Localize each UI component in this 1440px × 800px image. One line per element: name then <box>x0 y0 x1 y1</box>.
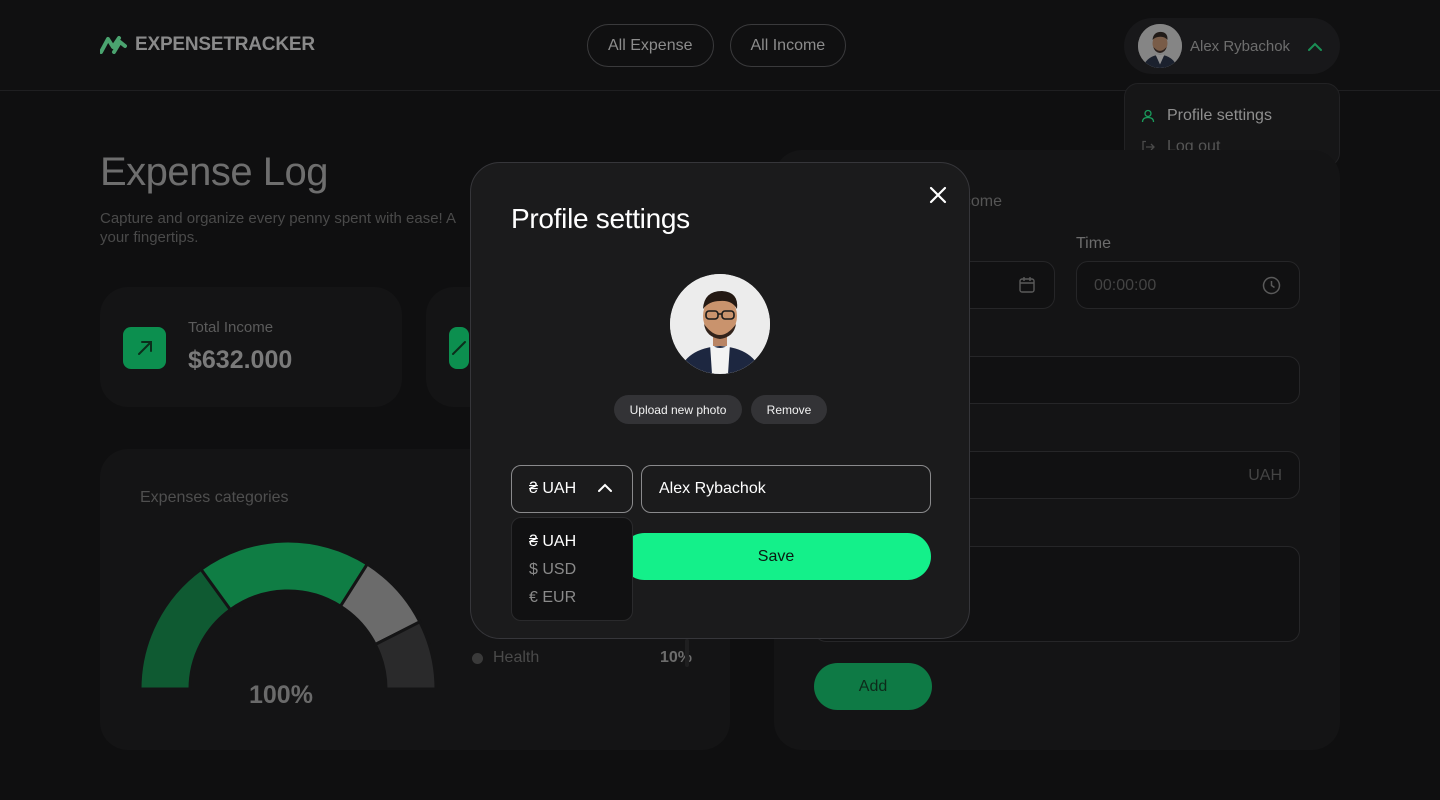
currency-option-eur[interactable]: € EUR <box>512 584 632 612</box>
clock-icon <box>1262 276 1281 295</box>
currency-option-uah[interactable]: ₴ UAH <box>512 528 632 556</box>
card-title: Expenses categories <box>140 489 289 506</box>
gauge-percent: 100% <box>249 681 313 709</box>
page-title: Expense Log <box>100 150 329 194</box>
category-gauge-chart <box>138 539 438 691</box>
modal-title: Profile settings <box>511 203 690 234</box>
avatar-photo <box>1138 24 1182 68</box>
profile-photo <box>670 274 770 374</box>
profile-avatar <box>670 274 770 374</box>
logo-text: EXPENSETRACKER <box>135 34 315 55</box>
chevron-up-icon <box>1308 42 1323 51</box>
nav-all-income-button[interactable]: All Income <box>729 24 847 67</box>
currency-selected-value: ₴ UAH <box>529 480 577 497</box>
remove-photo-button[interactable]: Remove <box>751 395 827 424</box>
page-subtitle: Capture and organize every penny spent w… <box>100 209 470 247</box>
user-icon <box>1141 109 1155 122</box>
time-placeholder: 00:00:00 <box>1094 277 1157 294</box>
calendar-icon <box>1019 277 1035 293</box>
arrow-down-left-icon <box>449 327 469 369</box>
currency-option-usd[interactable]: $ USD <box>512 556 632 584</box>
currency-suffix: UAH <box>1248 467 1282 484</box>
currency-select[interactable]: ₴ UAH <box>511 465 633 513</box>
close-icon[interactable] <box>928 185 948 205</box>
arrow-up-right-icon <box>123 327 166 369</box>
profile-settings-modal: Profile settings Upload new photo Remove… <box>470 162 970 639</box>
name-input[interactable] <box>641 465 931 513</box>
add-button[interactable]: Add <box>814 663 932 710</box>
logo-icon <box>100 36 127 54</box>
top-nav: All Expense All Income <box>587 24 847 67</box>
legend-dot <box>472 652 483 664</box>
menu-item-label: Profile settings <box>1167 106 1272 124</box>
user-name: Alex Rybachok <box>1190 37 1291 55</box>
upload-photo-button[interactable]: Upload new photo <box>614 395 742 424</box>
gauge-segment-1 <box>198 539 370 612</box>
stat-label: Total Income <box>188 319 274 336</box>
chevron-up-icon <box>598 483 612 492</box>
save-button[interactable]: Save <box>621 533 931 580</box>
total-income-card: Total Income $632.000 <box>100 287 402 407</box>
currency-dropdown: ₴ UAH $ USD € EUR <box>511 517 633 621</box>
user-menu-toggle[interactable]: Alex Rybachok <box>1124 18 1340 74</box>
time-label: Time <box>1076 235 1111 252</box>
nav-all-expense-button[interactable]: All Expense <box>587 24 714 67</box>
app-header: EXPENSETRACKER All Expense All Income Al… <box>0 0 1440 91</box>
logo[interactable]: EXPENSETRACKER <box>100 34 315 56</box>
avatar <box>1138 24 1182 68</box>
menu-item-profile-settings[interactable]: Profile settings <box>1141 100 1339 131</box>
stat-value: $632.000 <box>188 346 293 374</box>
scrollbar[interactable] <box>685 639 689 667</box>
legend-name: Health <box>493 649 540 666</box>
page-subtitle-line-2: your fingertips. <box>100 229 199 246</box>
page-subtitle-line-1: Capture and organize every penny spent w… <box>100 210 457 227</box>
time-field[interactable]: 00:00:00 <box>1076 261 1300 309</box>
legend-item: Health 10% <box>472 649 692 667</box>
